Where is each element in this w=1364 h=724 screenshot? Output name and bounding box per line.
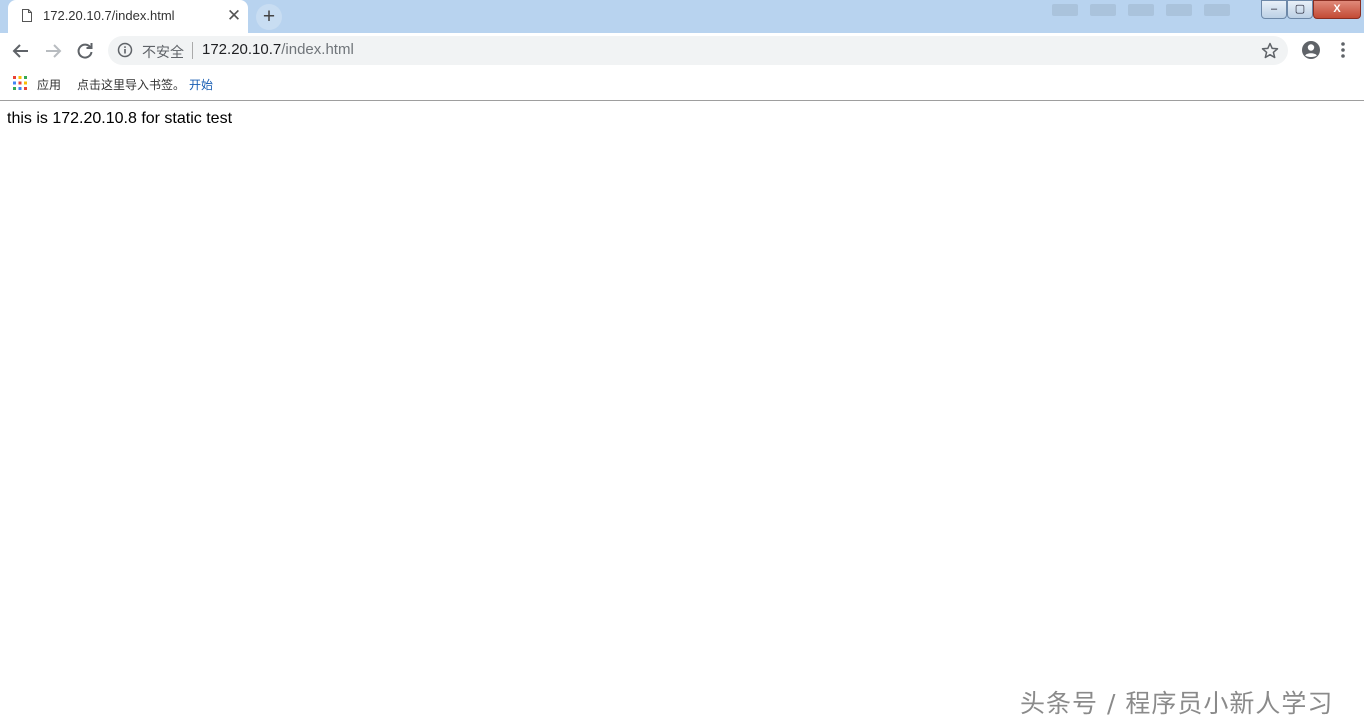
tab-strip: 172.20.10.7/index.html ✕ + – ▢ X [0,0,1364,33]
info-icon[interactable] [117,42,133,58]
maximize-button[interactable]: ▢ [1287,0,1313,19]
bookmarks-bar: 应用 点击这里导入书签。 开始 [0,68,1364,101]
apps-grid-icon[interactable] [13,76,27,90]
window-close-button[interactable]: X [1313,0,1361,19]
address-bar[interactable]: 不安全 172.20.10.7/index.html [108,36,1288,65]
window-menu-blur [1090,4,1116,16]
minimize-button[interactable]: – [1261,0,1287,19]
window-menu-blur [1166,4,1192,16]
menu-dots-icon[interactable] [1334,38,1352,62]
import-bookmarks-hint: 点击这里导入书签。 [77,78,186,92]
divider [192,42,193,59]
window-menu-blur [1204,4,1230,16]
forward-arrow-icon [46,44,62,58]
reload-button[interactable] [71,37,99,65]
forward-button[interactable] [39,37,67,65]
close-icon[interactable]: ✕ [222,4,246,28]
plus-icon[interactable]: + [256,4,282,30]
reload-icon [77,43,93,59]
url-path: /index.html [281,41,354,58]
apps-label[interactable]: 应用 [37,76,61,93]
back-button[interactable] [7,37,35,65]
back-arrow-icon [12,44,28,58]
start-link[interactable]: 开始 [189,76,213,93]
watermark: 头条号 / 程序员小新人学习 [1020,689,1334,718]
security-label[interactable]: 不安全 [142,42,184,62]
star-icon[interactable] [1260,41,1280,61]
window-menu-blur [1052,4,1078,16]
account-icon[interactable] [1299,38,1323,62]
browser-tab[interactable]: 172.20.10.7/index.html ✕ [8,0,248,33]
url-text[interactable]: 172.20.10.7/index.html [202,41,354,58]
page-icon [22,9,32,22]
tab-title: 172.20.10.7/index.html [43,8,175,23]
url-host: 172.20.10.7 [202,41,282,58]
window-menu-blur [1128,4,1154,16]
page-body-text: this is 172.20.10.8 for static test [7,110,233,127]
